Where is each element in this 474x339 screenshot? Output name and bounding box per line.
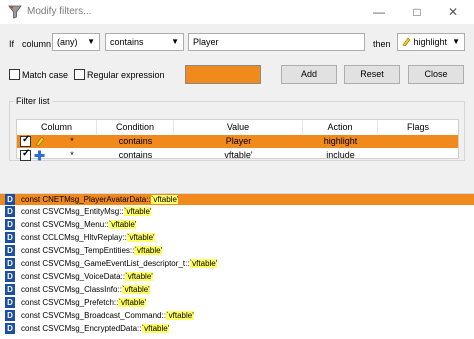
filter-column-cell: *: [70, 136, 74, 146]
data-badge-icon: D: [5, 271, 15, 282]
chevron-down-icon: ▼: [87, 37, 95, 46]
filter-action-cell: include: [326, 150, 355, 160]
filter-enabled-checkbox[interactable]: [20, 148, 31, 161]
filter-table: Column Condition Value Action Flags * co…: [16, 119, 459, 163]
column-header-condition[interactable]: Condition: [97, 120, 174, 134]
match-case-label: Match case: [22, 70, 69, 80]
result-match: `vftable': [118, 298, 147, 307]
close-button[interactable]: Close: [408, 65, 464, 84]
data-badge-icon: D: [5, 219, 15, 230]
result-match: `vftable': [123, 207, 152, 216]
column-header-flags[interactable]: Flags: [378, 120, 458, 134]
result-match: `vftable': [189, 259, 218, 268]
list-item[interactable]: D const CSVCMsg_Menu::`vftable': [0, 219, 474, 230]
data-badge-icon: D: [5, 310, 15, 321]
result-prefix: const CSVCMsg_Menu::: [21, 220, 109, 229]
data-badge-icon: D: [5, 194, 15, 205]
reset-button[interactable]: Reset: [344, 65, 400, 84]
result-match: `vftable': [108, 220, 137, 229]
result-match: `vftable': [141, 324, 170, 333]
data-badge-icon: D: [5, 245, 15, 256]
color-swatch-button[interactable]: [185, 65, 261, 84]
result-match: `vftable': [134, 246, 163, 255]
close-window-button[interactable]: ✕: [440, 3, 466, 21]
condition-select-value: contains: [110, 37, 144, 47]
result-prefix: const CSVCMsg_EncryptedData::: [21, 324, 142, 333]
result-prefix: const CSVCMsg_Broadcast_Command::: [21, 311, 166, 320]
if-label: If: [9, 39, 15, 49]
regex-checkbox[interactable]: [74, 69, 85, 80]
title-bar: Modify filters... — □ ✕: [0, 0, 474, 24]
column-header-action[interactable]: Action: [303, 120, 378, 134]
filter-list-title: Filter list: [14, 96, 52, 106]
plus-cross-icon: [34, 150, 45, 163]
filter-value-text: Player: [193, 37, 219, 47]
filter-row[interactable]: * contains Player highlight: [17, 134, 458, 149]
filter-condition-cell: contains: [118, 150, 153, 160]
data-badge-icon: D: [5, 206, 15, 217]
result-prefix: const CSVCMsg_ClassInfo::: [21, 285, 122, 294]
data-badge-icon: D: [5, 232, 15, 243]
list-item[interactable]: D const CSVCMsg_EncryptedData::`vftable': [0, 323, 474, 334]
column-select[interactable]: (any) ▼: [52, 33, 100, 51]
filter-value-cell: vftable': [224, 150, 253, 160]
filter-enabled-checkbox[interactable]: [20, 134, 31, 147]
result-prefix: const CSVCMsg_Prefetch::: [21, 298, 119, 307]
filter-flags-cell: [378, 135, 458, 148]
result-prefix: const CSVCMsg_EntityMsg::: [21, 207, 124, 216]
result-prefix: const CNETMsg_PlayerAvatarData::: [21, 195, 151, 204]
result-match: `vftable': [150, 195, 179, 204]
filter-flags-cell: [378, 149, 458, 162]
filter-action-cell: highlight: [323, 136, 358, 146]
result-match: `vftable': [165, 311, 194, 320]
column-select-value: (any): [57, 37, 78, 47]
filter-funnel-icon: [8, 5, 22, 21]
result-match: `vftable': [126, 233, 155, 242]
filter-condition-cell: contains: [118, 136, 153, 146]
condition-select[interactable]: contains ▼: [105, 33, 184, 51]
list-item[interactable]: D const CCLCMsg_HltvReplay::`vftable': [0, 232, 474, 243]
filter-column-cell: *: [70, 150, 74, 160]
column-header-column[interactable]: Column: [17, 120, 97, 134]
minimize-button[interactable]: —: [366, 3, 392, 21]
regex-label: Regular expression: [87, 70, 165, 80]
result-match: `vftable': [121, 285, 150, 294]
list-item[interactable]: D const CSVCMsg_GameEventList_descriptor…: [0, 258, 474, 269]
data-badge-icon: D: [5, 258, 15, 269]
data-badge-icon: D: [5, 284, 15, 295]
list-item[interactable]: D const CSVCMsg_Prefetch::`vftable': [0, 297, 474, 308]
filter-value-cell: Player: [225, 136, 252, 146]
chevron-down-icon: ▼: [171, 37, 179, 46]
data-badge-icon: D: [5, 323, 15, 334]
result-match: `vftable': [125, 272, 153, 281]
results-list: D const CNETMsg_PlayerAvatarData::`vftab…: [0, 194, 474, 339]
column-label: column: [22, 39, 52, 49]
column-header-value[interactable]: Value: [174, 120, 303, 134]
result-prefix: const CSVCMsg_GameEventList_descriptor_t…: [21, 259, 190, 268]
action-select[interactable]: highlight ▼: [397, 33, 465, 51]
data-badge-icon: D: [5, 297, 15, 308]
list-item[interactable]: D const CSVCMsg_ClassInfo::`vftable': [0, 284, 474, 295]
filter-row[interactable]: * contains vftable' include: [17, 148, 458, 163]
list-item[interactable]: D const CSVCMsg_VoiceData::`vftable': [0, 271, 474, 282]
window-title: Modify filters...: [27, 6, 92, 17]
highlighter-pen-icon: [401, 37, 411, 47]
list-item[interactable]: D const CSVCMsg_EntityMsg::`vftable': [0, 206, 474, 217]
result-prefix: const CSVCMsg_VoiceData::: [21, 272, 126, 281]
action-select-value: highlight: [413, 37, 448, 47]
result-prefix: const CSVCMsg_TempEntities::: [21, 246, 135, 255]
list-item[interactable]: D const CSVCMsg_Broadcast_Command::`vfta…: [0, 310, 474, 321]
list-item[interactable]: D const CNETMsg_PlayerAvatarData::`vftab…: [0, 194, 474, 205]
then-label: then: [373, 39, 391, 49]
list-item[interactable]: D const CSVCMsg_TempEntities::`vftable': [0, 245, 474, 256]
chevron-down-icon: ▼: [452, 37, 460, 46]
add-button[interactable]: Add: [281, 65, 337, 84]
result-prefix: const CCLCMsg_HltvReplay::: [21, 233, 127, 242]
maximize-button[interactable]: □: [404, 3, 430, 21]
filter-value-input[interactable]: Player: [188, 33, 365, 51]
highlighter-pen-icon: [34, 136, 45, 149]
match-case-checkbox[interactable]: [9, 69, 20, 80]
